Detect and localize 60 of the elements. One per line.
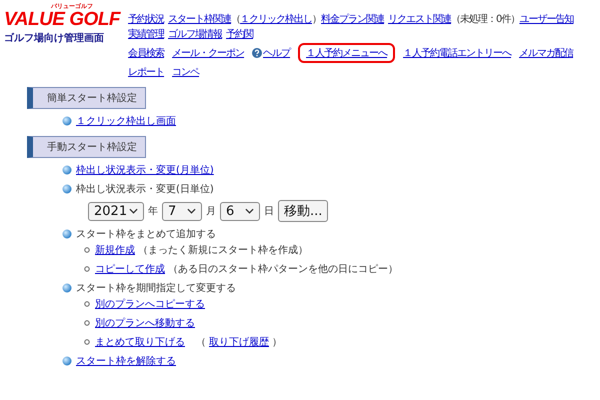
month-select[interactable]: 7 (162, 202, 202, 220)
menu-link[interactable]: 枠出し状況表示・変更(月単位) (76, 163, 214, 177)
nav-text: ） (312, 14, 322, 26)
nav-link[interactable]: ゴルフ場情報 (168, 27, 222, 41)
nav-link[interactable]: レポート (128, 65, 164, 79)
sub-link[interactable]: まとめて取り下げる (95, 335, 185, 349)
help-icon (252, 48, 262, 58)
chevron-icon (187, 208, 196, 214)
section-header: 簡単スタート枠設定 (27, 87, 146, 109)
menu-link[interactable]: スタート枠を解除する (76, 354, 176, 368)
nav-link[interactable]: コンペ (172, 65, 200, 79)
bullet-icon (84, 339, 90, 345)
ball-icon (62, 283, 72, 293)
nav-text: （ (231, 14, 240, 26)
highlighted-nav-link[interactable]: １人予約メニューへ (298, 43, 396, 63)
section-header: 手動スタート枠設定 (27, 136, 146, 158)
sub-link[interactable]: 別のプランへ移動する (95, 316, 195, 330)
sub-link[interactable]: 別のプランへコピーする (95, 297, 205, 311)
nav-link[interactable]: 実績管理 (128, 27, 164, 41)
day-unit: 日 (264, 205, 274, 218)
note-text: （まったく新規にスタート枠を作成） (138, 244, 308, 257)
bullet-icon (84, 266, 90, 272)
nav-link[interactable]: メルマガ配信 (519, 46, 574, 60)
day-select[interactable]: 6 (220, 202, 260, 220)
note-text: （ある日のスタート枠パターンを他の日にコピー） (168, 262, 398, 276)
bullet-icon (84, 301, 90, 307)
ball-icon (62, 356, 72, 366)
nav-link[interactable]: 予約関 (226, 27, 254, 41)
logo-text: VALUE GOLF (4, 10, 120, 29)
ball-icon (62, 116, 72, 126)
nav-link[interactable]: スタート枠関連 (168, 12, 232, 26)
help-link[interactable]: ヘルプ (263, 46, 290, 60)
sub-link[interactable]: コピーして作成 (95, 262, 165, 276)
menu-label: スタート枠を期間指定して変更する (76, 282, 236, 295)
history-link[interactable]: 取り下げ履歴 (209, 335, 269, 349)
bullet-icon (84, 247, 90, 253)
nav-link[interactable]: 予約状況 (128, 12, 164, 26)
note-text: （ (196, 336, 206, 349)
nav-link[interactable]: １クリック枠出し (240, 12, 312, 26)
nav-link[interactable]: ユーザー告知 (519, 12, 574, 26)
nav-link[interactable]: 会員検索 (128, 46, 164, 60)
sub-link[interactable]: 新規作成 (95, 243, 135, 257)
move-button[interactable]: 移動... (278, 200, 328, 222)
nav-link[interactable]: １人予約電話エントリーへ (403, 46, 512, 60)
nav-text: （未処理：0件） (451, 12, 520, 26)
year-select[interactable]: 2021 (88, 202, 144, 220)
month-unit: 月 (206, 205, 216, 218)
menu-label: 枠出し状況表示・変更(日単位) (76, 182, 214, 196)
nav-link[interactable]: メール・クーポン (172, 46, 244, 60)
menu-label: スタート枠をまとめて追加する (76, 228, 216, 241)
chevron-icon (245, 208, 254, 214)
chevron-icon (129, 208, 138, 214)
bullet-icon (84, 320, 90, 326)
nav-link[interactable]: 料金プラン関連 (321, 12, 384, 26)
site-subtitle: ゴルフ場向け管理画面 (4, 32, 105, 45)
note-text: ） (272, 336, 282, 349)
nav-link[interactable]: リクエスト関連 (388, 12, 452, 26)
year-unit: 年 (148, 205, 158, 218)
ball-icon (62, 229, 72, 239)
menu-link[interactable]: １クリック枠出し画面 (76, 114, 176, 128)
